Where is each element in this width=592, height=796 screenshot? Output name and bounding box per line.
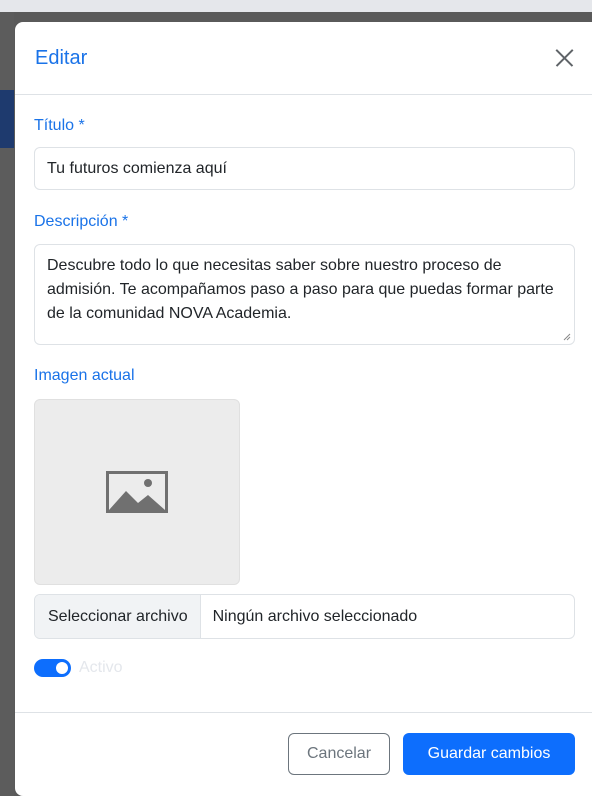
image-label: Imagen actual	[34, 367, 135, 384]
description-label: Descripción *	[34, 213, 129, 230]
select-file-button[interactable]: Seleccionar archivo	[35, 595, 201, 638]
modal-title: Editar	[35, 46, 88, 69]
close-icon[interactable]	[552, 46, 576, 70]
active-toggle[interactable]	[34, 659, 71, 677]
background-banner-fragment	[0, 90, 14, 148]
background-page-top	[0, 0, 592, 12]
save-changes-button[interactable]: Guardar cambios	[403, 733, 575, 775]
active-toggle-row: Activo	[34, 659, 575, 677]
edit-modal: Editar Título * Tu futuros comienza aquí…	[15, 22, 592, 796]
title-label: Título *	[34, 117, 85, 134]
cancel-button[interactable]: Cancelar	[288, 733, 390, 775]
active-toggle-label: Activo	[79, 659, 123, 676]
image-placeholder-icon	[106, 471, 168, 513]
title-input-value: Tu futuros comienza aquí	[47, 159, 227, 177]
resize-grip-icon[interactable]	[563, 333, 571, 341]
file-input[interactable]: Seleccionar archivo Ningún archivo selec…	[34, 594, 575, 639]
title-input[interactable]: Tu futuros comienza aquí	[34, 147, 575, 190]
current-image-placeholder	[34, 399, 240, 585]
file-name-text: Ningún archivo seleccionado	[212, 607, 418, 625]
modal-header: Editar	[15, 22, 592, 95]
modal-body: Título * Tu futuros comienza aquí Descri…	[15, 117, 592, 677]
modal-footer: Cancelar Guardar cambios	[15, 712, 592, 796]
description-textarea[interactable]: Descubre todo lo que necesitas saber sob…	[34, 244, 575, 345]
description-value: Descubre todo lo que necesitas saber sob…	[47, 257, 554, 322]
